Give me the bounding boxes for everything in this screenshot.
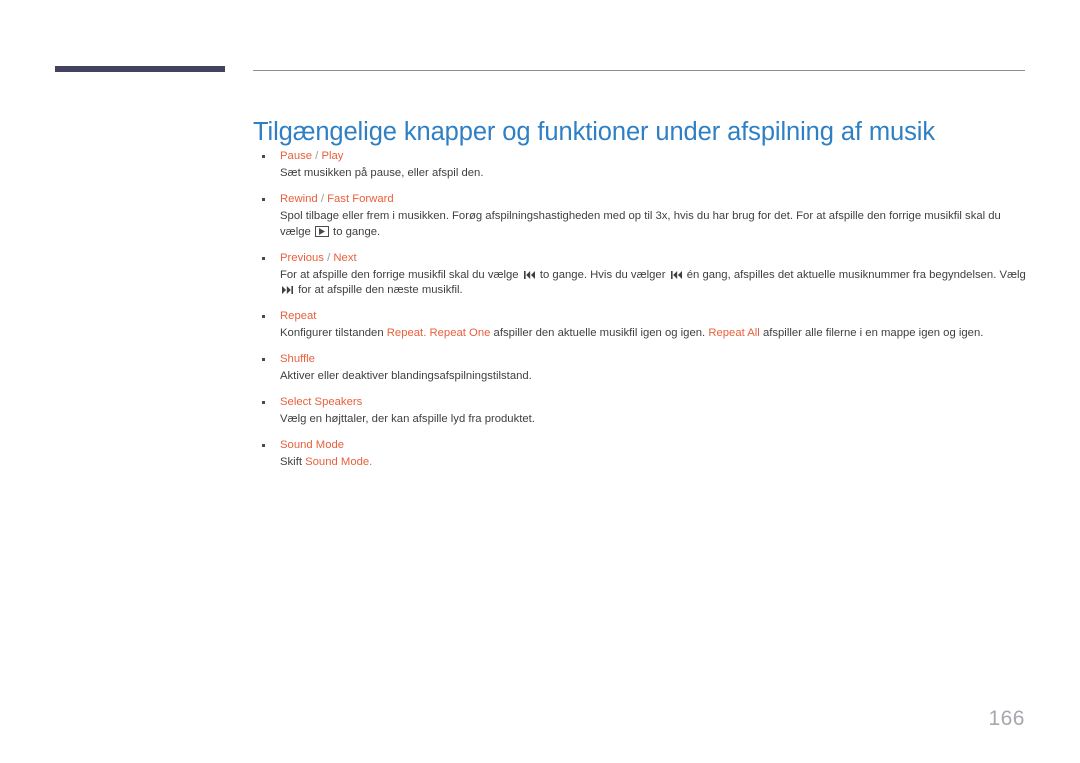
feature-term-primary: Repeat [280, 310, 317, 322]
page-number: 166 [988, 707, 1025, 730]
description-text: én gang, afspilles det aktuelle musiknum… [683, 268, 1026, 281]
description-text: For at afspille den forrige musikfil ska… [280, 268, 522, 281]
highlighted-term: Sound Mode. [305, 456, 373, 468]
feature-list: Pause / Play Sæt musikken på pause, eller… [253, 148, 1028, 471]
bullet-icon [262, 358, 265, 361]
description-text: Vælg en højttaler, der kan afspille lyd … [280, 413, 535, 425]
feature-term-separator: / [317, 193, 328, 205]
feature-entry: Previous / Next For at afspille den forri… [253, 250, 1028, 299]
feature-term-primary: Shuffle [280, 353, 315, 365]
feature-term: Select Speakers [280, 394, 1028, 410]
description-text: to gange. [329, 225, 381, 238]
feature-entry: Pause / Play Sæt musikken på pause, eller… [253, 148, 1028, 182]
feature-term: Sound Mode [280, 437, 1028, 453]
feature-description: For at afspille den forrige musikfil ska… [280, 268, 1028, 299]
feature-description: Skift Sound Mode. [280, 455, 1028, 471]
next-track-icon [282, 286, 293, 294]
feature-entry: Rewind / Fast Forward Spol tilbage eller … [253, 191, 1028, 240]
feature-term-primary: Rewind [280, 193, 318, 205]
highlighted-term: Repeat. [386, 327, 427, 339]
feature-entry: Shuffle Aktiver eller deaktiver blandings… [253, 351, 1028, 385]
play-button-icon [314, 225, 329, 237]
bullet-icon [262, 256, 265, 260]
feature-description: Aktiver eller deaktiver blandingsafspiln… [280, 369, 1028, 385]
description-text: Sæt musikken på pause, eller afspil den. [280, 167, 484, 179]
bullet-icon [262, 444, 265, 447]
feature-term-separator: / [323, 251, 334, 264]
feature-term: Shuffle [280, 351, 1028, 367]
bullet-icon [262, 198, 265, 201]
feature-term-secondary: Next [333, 251, 357, 264]
description-text: Spol tilbage eller frem i musikken. Forø… [280, 210, 1001, 238]
feature-description: Konfigurer tilstanden Repeat. Repeat One… [280, 326, 1028, 342]
description-text: Konfigurer tilstanden [280, 327, 387, 339]
page-header-rules [0, 0, 1080, 90]
feature-term-primary: Previous [280, 251, 324, 264]
feature-term: Pause / Play [280, 148, 1028, 164]
previous-track-icon [523, 270, 535, 279]
feature-term-primary: Sound Mode [280, 439, 345, 451]
feature-term-secondary: Fast Forward [327, 193, 394, 205]
feature-term-primary: Pause [280, 150, 313, 162]
feature-term: Repeat [280, 308, 1028, 324]
feature-term: Rewind / Fast Forward [280, 191, 1028, 207]
highlighted-term: Repeat One [429, 327, 491, 339]
header-divider-line [253, 70, 1025, 71]
feature-description: Vælg en højttaler, der kan afspille lyd … [280, 412, 1028, 428]
description-text: afspiller den aktuelle musikfil igen og … [490, 327, 709, 339]
description-text: Aktiver eller deaktiver blandingsafspiln… [280, 370, 532, 382]
highlighted-term: Repeat All [708, 327, 760, 339]
description-text: for at afspille den næste musikfil. [295, 284, 463, 296]
bullet-icon [262, 401, 265, 404]
feature-term-secondary: Play [321, 150, 344, 162]
page-title: Tilgængelige knapper og funktioner under… [253, 118, 935, 147]
feature-entry: Select Speakers Vælg en højttaler, der ka… [253, 394, 1028, 428]
bullet-icon [262, 315, 265, 318]
previous-track-icon [670, 270, 682, 279]
feature-term-primary: Select Speakers [280, 396, 363, 408]
description-text: to gange. Hvis du vælger [536, 268, 669, 281]
description-text: afspiller alle filerne i en mappe igen o… [759, 327, 984, 339]
feature-term: Previous / Next [280, 250, 1028, 266]
feature-description: Spol tilbage eller frem i musikken. Forø… [280, 209, 1028, 240]
description-text: Skift [280, 456, 306, 468]
bullet-icon [262, 155, 265, 158]
feature-entry: Sound Mode Skift Sound Mode. [253, 437, 1028, 471]
feature-entry: Repeat Konfigurer tilstanden Repeat. Repe… [253, 308, 1028, 342]
header-accent-bar [55, 66, 225, 72]
feature-description: Sæt musikken på pause, eller afspil den. [280, 166, 1028, 182]
